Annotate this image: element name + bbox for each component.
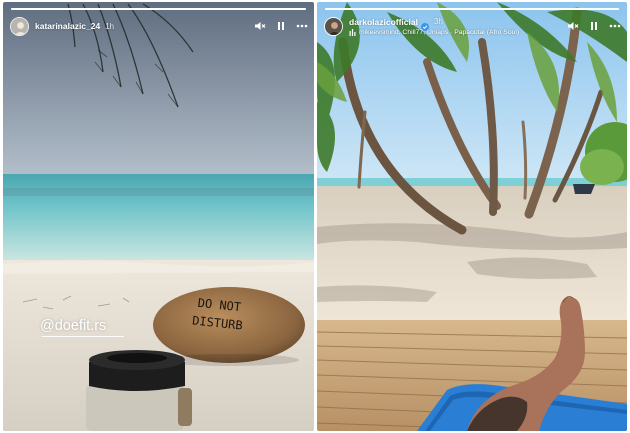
username[interactable]: darkolazicofficial [349,17,418,27]
music-attribution[interactable]: mikeevsmind, Chill77, Uniaps · Papaoutai… [349,28,567,36]
music-label: mikeevsmind, Chill77, Uniaps · Papaoutai… [359,28,520,36]
mention-sticker[interactable]: @doefit.rs [40,318,106,334]
more-icon[interactable] [609,20,621,32]
post-time: 3h [433,17,443,26]
story-header: katarinalazic_24 1h [10,15,308,37]
avatar[interactable] [324,16,343,36]
mute-icon[interactable] [254,20,266,32]
story-user-info: katarinalazic_24 1h [35,21,254,31]
svg-text:DO NOT: DO NOT [197,296,242,314]
story-progress-fill [325,8,619,10]
avatar[interactable] [10,16,29,36]
story-header: darkolazicofficial 3h mikeevsmind, Chill… [324,15,621,37]
post-time: 1h [105,21,115,31]
music-bars-icon [349,28,356,36]
verified-badge-icon [420,18,429,31]
stone-text: DO NOT DISTURB [192,296,244,333]
story-progress-bar [11,8,306,10]
more-icon[interactable] [296,20,308,32]
story-controls [254,20,308,32]
pause-icon[interactable] [275,20,287,32]
story-katarinalazic[interactable]: DO NOT DISTURB katarinalazic_24 1h @doef… [3,2,314,431]
story-user-info: darkolazicofficial 3h mikeevsmind, Chill… [349,17,567,36]
svg-text:DISTURB: DISTURB [192,313,244,332]
pause-icon[interactable] [588,20,600,32]
story-darkolazicofficial[interactable]: darkolazicofficial 3h mikeevsmind, Chill… [317,2,627,431]
story-controls [567,20,621,32]
mute-icon[interactable] [567,20,579,32]
story-progress-fill [11,8,306,10]
mention-underline [42,336,124,337]
username[interactable]: katarinalazic_24 [35,21,100,31]
story-progress-bar [325,8,619,10]
beach-photo-right [317,2,627,431]
